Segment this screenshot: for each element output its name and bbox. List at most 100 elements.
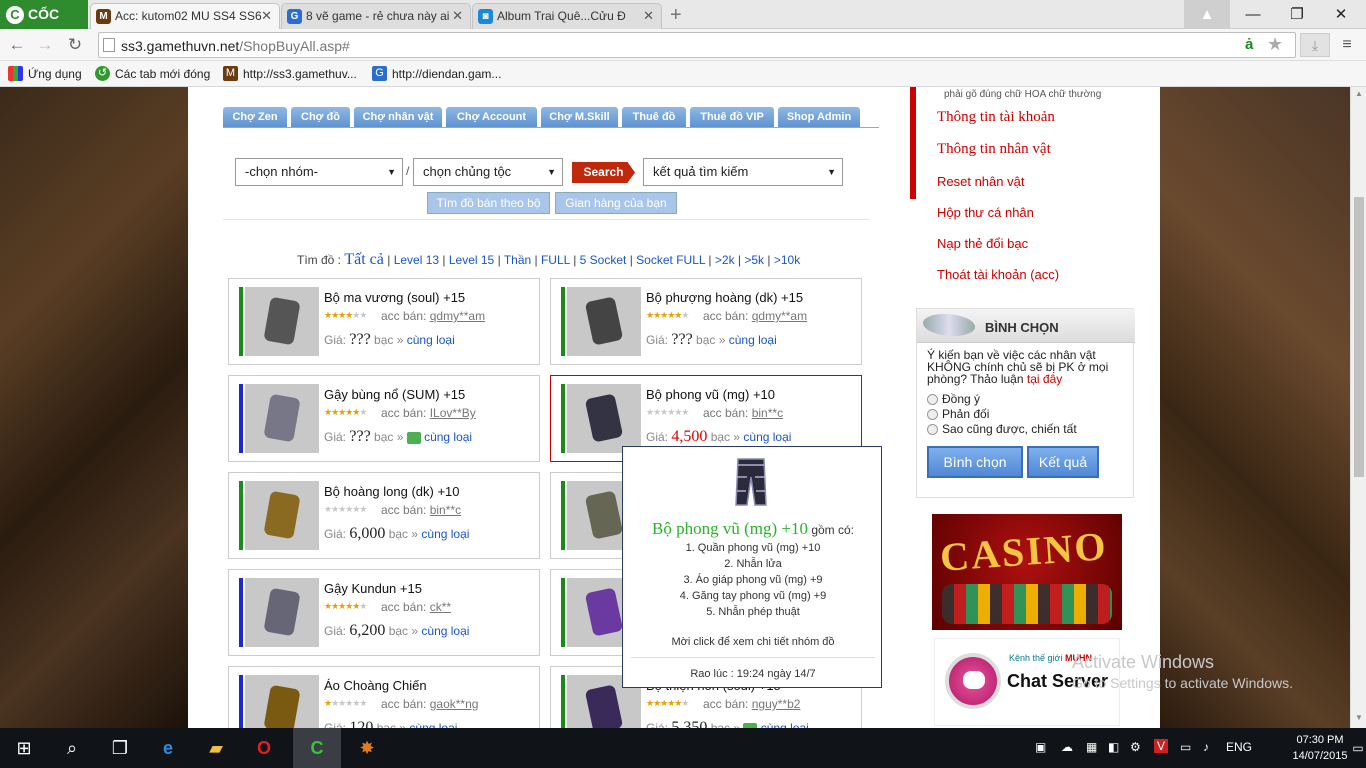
bookmark-ss3[interactable]: Mhttp://ss3.gamethuv... <box>221 65 357 83</box>
find-link[interactable]: Level 13 <box>394 253 439 267</box>
tab-cho-zen[interactable]: Chợ Zen <box>223 107 287 127</box>
cloud-icon[interactable]: ☁ <box>1061 740 1073 754</box>
item-image[interactable] <box>245 287 319 356</box>
tab-acc[interactable]: M Acc: kutom02 MU SS4 SS6 ✕ <box>90 3 280 29</box>
same-type-link[interactable]: cùng loại <box>421 624 469 638</box>
bookmark-diendan[interactable]: Ghttp://diendan.gam... <box>370 65 501 83</box>
coccoc-taskbar-icon[interactable]: C <box>293 728 341 768</box>
scroll-thumb[interactable] <box>1354 197 1364 477</box>
game-taskbar-icon[interactable]: ✸ <box>343 728 391 768</box>
network-icon[interactable]: ▦ <box>1086 740 1097 754</box>
new-tab-icon[interactable]: + <box>670 4 682 27</box>
item-card[interactable]: Gậy Kundun +15 ★★★★★★ acc bán: ck** Giá: 6,… <box>228 569 540 656</box>
item-title[interactable]: Áo Choàng Chiến <box>324 678 427 693</box>
scroll-down-icon[interactable]: ▼ <box>1355 713 1363 722</box>
bookmark-star-icon[interactable]: ★ <box>1267 34 1283 55</box>
seller-link[interactable]: qdmy**am <box>430 309 485 323</box>
seller-link[interactable]: ILov**By <box>430 406 476 420</box>
battery-icon[interactable]: ▭ <box>1180 740 1191 754</box>
tab-cho-nhan-vat[interactable]: Chợ nhân vật <box>354 107 442 127</box>
logout-link[interactable]: Thoát tài khoản (acc) <box>937 267 1059 282</box>
bookmark-recent-tabs[interactable]: ↺ Các tab mới đóng <box>93 65 210 83</box>
same-type-link[interactable]: cùng loại <box>761 721 809 728</box>
page-scrollbar[interactable]: ▲ ▼ <box>1350 87 1366 728</box>
clock[interactable]: 07:30 PM 14/07/2015 <box>1290 732 1350 764</box>
url-text[interactable]: ss3.gamethuvn.net/ShopBuyAll.asp# <box>121 38 350 54</box>
seller-link[interactable]: gaok**ng <box>430 697 479 711</box>
same-type-link[interactable]: cùng loại <box>407 333 455 347</box>
find-all-link[interactable]: Tất cả <box>344 251 384 268</box>
vote-button[interactable]: Bình chọn <box>927 446 1023 478</box>
opera-icon[interactable]: O <box>240 728 288 768</box>
item-image[interactable] <box>245 675 319 728</box>
file-explorer-icon[interactable]: ▰ <box>192 728 240 768</box>
same-type-link[interactable]: cùng loại <box>409 721 457 728</box>
close-icon[interactable]: ✕ <box>643 4 654 28</box>
find-link[interactable]: Socket FULL <box>636 253 705 267</box>
character-info-link[interactable]: Thông tin nhân vật <box>937 141 1051 158</box>
adblock-icon[interactable]: ȧ <box>1245 36 1253 53</box>
find-link[interactable]: >5k <box>744 253 764 267</box>
tab-cho-mskill[interactable]: Chợ M.Skill <box>541 107 618 127</box>
volume-icon[interactable]: ◧ <box>1108 740 1119 754</box>
connection-icon[interactable]: ⚙ <box>1130 740 1141 754</box>
find-link[interactable]: >10k <box>774 253 800 267</box>
scroll-up-icon[interactable]: ▲ <box>1355 89 1363 98</box>
same-type-link[interactable]: cùng loại <box>743 430 791 444</box>
bookmark-apps[interactable]: Ứng dụng <box>6 65 82 83</box>
edge-icon[interactable]: e <box>144 728 192 768</box>
zalo-icon[interactable]: ▣ <box>1035 740 1046 754</box>
vietkey-icon[interactable]: V <box>1154 739 1169 753</box>
restore-icon[interactable]: ❐ <box>1274 0 1320 29</box>
item-title[interactable]: Gậy Kundun +15 <box>324 581 422 596</box>
same-type-link[interactable]: cùng loại <box>729 333 777 347</box>
find-link[interactable]: FULL <box>541 253 570 267</box>
poll-option[interactable]: Sao cũng được, chiến tất <box>927 422 1077 436</box>
find-by-set-button[interactable]: Tìm đồ bán theo bộ <box>427 192 550 214</box>
seller-link[interactable]: bin**c <box>430 503 461 517</box>
find-link[interactable]: 5 Socket <box>580 253 627 267</box>
find-link[interactable]: Thần <box>504 253 531 267</box>
speaker-icon[interactable]: ♪ <box>1203 740 1209 754</box>
notification-icon[interactable]: ▭ <box>1350 728 1366 768</box>
item-title[interactable]: Bộ ma vương (soul) +15 <box>324 290 465 305</box>
item-title[interactable]: Bộ phong vũ (mg) +10 <box>646 387 775 402</box>
race-select[interactable]: chọn chủng tộc ▼ <box>413 158 563 186</box>
group-select[interactable]: -chọn nhóm- ▼ <box>235 158 403 186</box>
item-tooltip[interactable]: Bộ phong vũ (mg) +10 gồm có: 1. Quần pho… <box>622 446 882 688</box>
item-image[interactable] <box>567 384 641 453</box>
back-icon[interactable]: ← <box>6 34 28 56</box>
seller-link[interactable]: ck** <box>430 600 451 614</box>
task-view-icon[interactable]: ❐ <box>96 728 144 768</box>
tab-cho-do[interactable]: Chợ đồ <box>291 107 350 127</box>
poll-option[interactable]: Phản đối <box>927 407 989 421</box>
find-link[interactable]: >2k <box>715 253 735 267</box>
reload-icon[interactable]: ↻ <box>64 34 86 56</box>
result-select[interactable]: kết quả tìm kiếm ▼ <box>643 158 843 186</box>
seller-link[interactable]: bin**c <box>752 406 783 420</box>
tab-shop-admin[interactable]: Shop Admin <box>778 107 860 127</box>
radio-icon[interactable] <box>927 394 938 406</box>
item-card[interactable]: Bộ ma vương (soul) +15 ★★★★★★ acc bán: qdm… <box>228 278 540 365</box>
item-card[interactable]: Gậy bùng nổ (SUM) +15 ★★★★★★ acc bán: ILov… <box>228 375 540 462</box>
item-title[interactable]: Bộ hoàng long (dk) +10 <box>324 484 460 499</box>
address-bar[interactable]: ss3.gamethuvn.net/ShopBuyAll.asp# ȧ ★ <box>98 32 1296 58</box>
search-icon[interactable]: ⌕ <box>48 728 96 768</box>
windows-start-icon[interactable]: ⊞ <box>0 728 48 768</box>
item-image[interactable] <box>245 384 319 453</box>
item-title[interactable]: Bộ phượng hoàng (dk) +15 <box>646 290 803 305</box>
tab-game[interactable]: G 8 vẽ game - rẻ chưa này ai ✕ <box>281 3 471 29</box>
item-image[interactable] <box>567 287 641 356</box>
mailbox-link[interactable]: Hộp thư cá nhân <box>937 205 1034 220</box>
poll-option[interactable]: Đồng ý <box>927 392 980 406</box>
item-title[interactable]: Gậy bùng nổ (SUM) +15 <box>324 387 465 402</box>
profile-icon[interactable]: ▲ <box>1184 0 1230 29</box>
radio-icon[interactable] <box>927 409 938 421</box>
topup-link[interactable]: Nạp thẻ đổi bạc <box>937 236 1028 251</box>
browser-logo[interactable]: CCỐC CỐC <box>0 0 88 51</box>
seller-link[interactable]: qdmy**am <box>752 309 807 323</box>
account-info-link[interactable]: Thông tin tài khoản <box>937 109 1055 126</box>
reset-character-link[interactable]: Reset nhân vật <box>937 174 1024 189</box>
item-image[interactable] <box>245 481 319 550</box>
tab-thue-do-vip[interactable]: Thuê đồ VIP <box>690 107 774 127</box>
